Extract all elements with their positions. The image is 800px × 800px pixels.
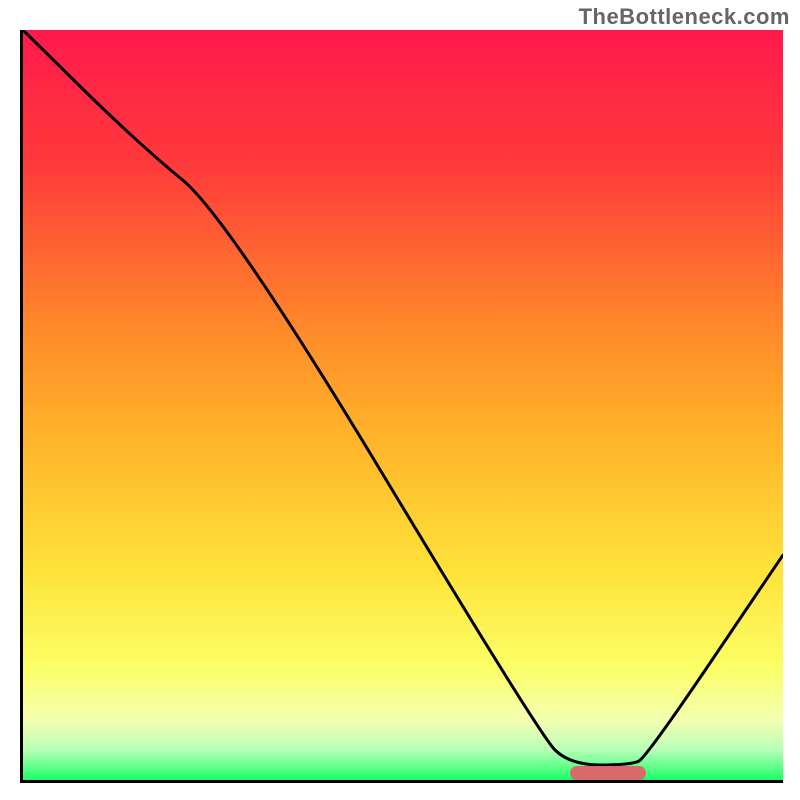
bottleneck-chart: TheBottleneck.com	[0, 0, 800, 800]
watermark-text: TheBottleneck.com	[579, 4, 790, 30]
plot-area	[20, 30, 783, 783]
bottleneck-curve-path	[23, 30, 783, 765]
curve-layer	[23, 30, 783, 780]
optimal-range-marker	[570, 766, 646, 780]
